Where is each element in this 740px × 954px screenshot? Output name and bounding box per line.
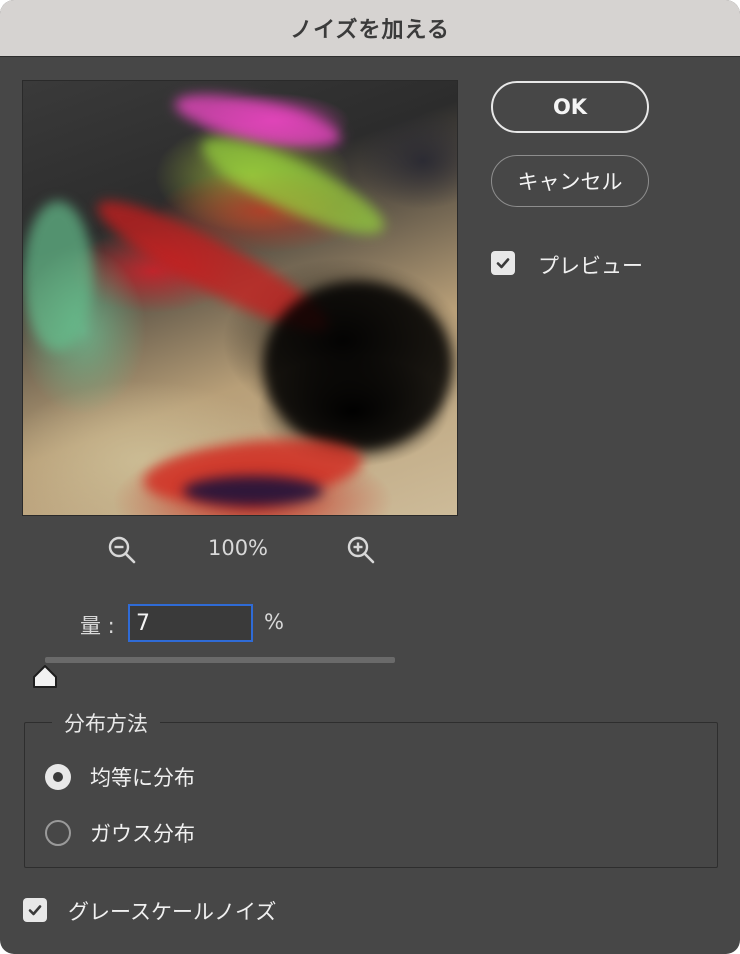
amount-slider-thumb[interactable] bbox=[32, 664, 58, 690]
amount-slider-track[interactable] bbox=[45, 657, 395, 663]
radio-gaussian[interactable] bbox=[45, 820, 71, 846]
preview-streak-teal bbox=[23, 201, 93, 351]
amount-unit: % bbox=[264, 610, 284, 634]
amount-input[interactable] bbox=[128, 604, 253, 642]
preview-streak-dark bbox=[183, 476, 323, 506]
radio-uniform[interactable] bbox=[45, 764, 71, 790]
preview-label: プレビュー bbox=[538, 254, 643, 278]
grayscale-checkbox[interactable] bbox=[23, 898, 47, 922]
checkmark-icon bbox=[28, 905, 42, 916]
radio-dot bbox=[53, 772, 63, 782]
distribution-legend: 分布方法 bbox=[52, 708, 160, 738]
zoom-in-icon[interactable] bbox=[345, 534, 377, 566]
title-bar[interactable]: ノイズを加える bbox=[0, 0, 740, 57]
checkmark-icon bbox=[496, 258, 510, 269]
add-noise-dialog: ノイズを加える OK キャンセル プレビュー 100% 量 : % 分布方法 bbox=[0, 0, 740, 954]
ok-button[interactable]: OK bbox=[491, 81, 649, 133]
cancel-button[interactable]: キャンセル bbox=[491, 155, 649, 207]
preview-shadow bbox=[263, 281, 453, 451]
radio-gaussian-label: ガウス分布 bbox=[90, 822, 195, 846]
zoom-level: 100% bbox=[207, 536, 269, 560]
radio-uniform-label: 均等に分布 bbox=[90, 766, 195, 790]
preview-image[interactable] bbox=[22, 80, 458, 516]
zoom-out-icon[interactable] bbox=[106, 534, 138, 566]
dialog-title: ノイズを加える bbox=[290, 18, 450, 43]
amount-label: 量 : bbox=[80, 614, 115, 638]
grayscale-label: グレースケールノイズ bbox=[68, 900, 277, 924]
preview-checkbox[interactable] bbox=[491, 251, 515, 275]
